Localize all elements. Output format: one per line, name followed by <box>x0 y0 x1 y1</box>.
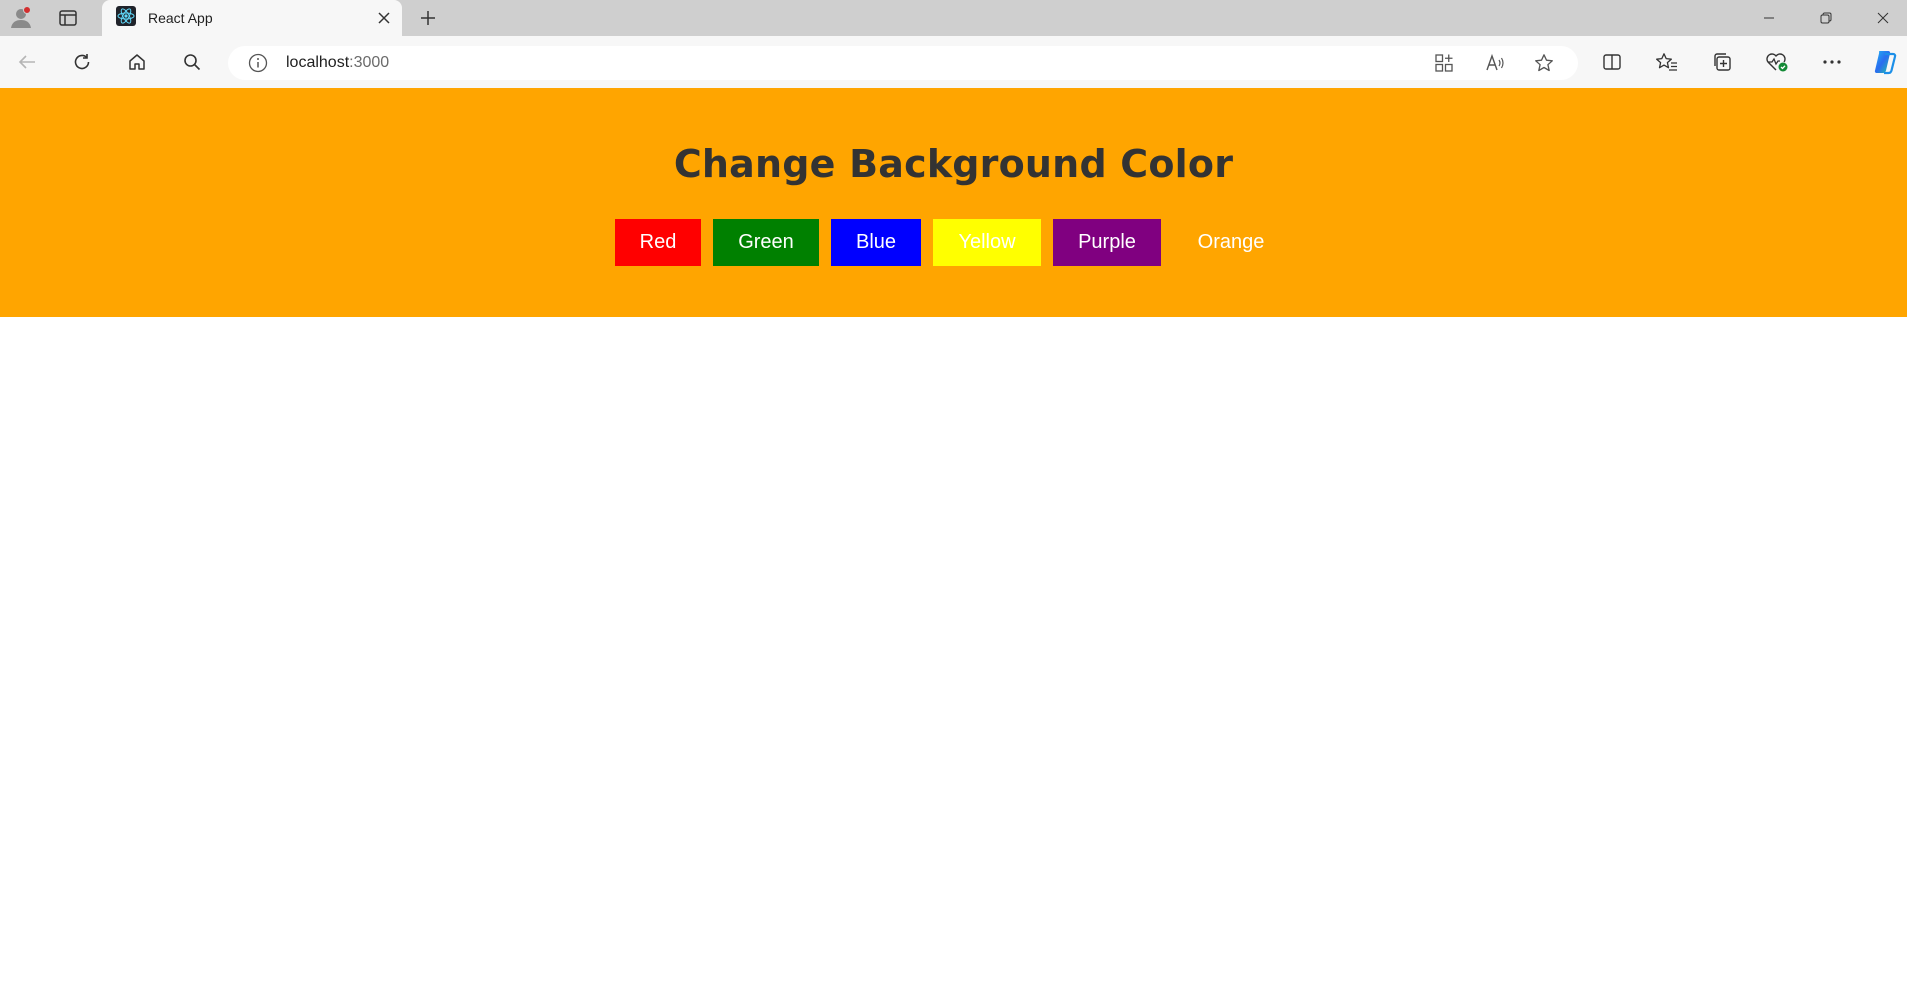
notification-dot <box>23 6 31 14</box>
read-aloud-icon[interactable] <box>1485 53 1505 73</box>
copilot-icon[interactable] <box>1870 48 1900 76</box>
search-icon[interactable] <box>177 48 207 76</box>
title-bar: React App <box>0 0 1907 36</box>
home-icon[interactable] <box>122 48 152 76</box>
minimize-icon[interactable] <box>1746 0 1792 36</box>
back-arrow-icon[interactable] <box>12 48 42 76</box>
color-button-red[interactable]: Red <box>615 219 701 266</box>
heart-pulse-icon[interactable] <box>1762 48 1792 76</box>
tab-title: React App <box>148 10 213 26</box>
page-title: Change Background Color <box>673 142 1234 186</box>
split-screen-icon[interactable] <box>1597 48 1627 76</box>
color-button-green[interactable]: Green <box>713 219 819 266</box>
color-button-orange[interactable]: Orange <box>1173 219 1289 266</box>
tab-actions-icon[interactable] <box>52 6 84 30</box>
color-button-purple[interactable]: Purple <box>1053 219 1161 266</box>
refresh-icon[interactable] <box>67 48 97 76</box>
app-container: Change Background Color Red Green Blue Yell… <box>0 88 1907 317</box>
collections-icon[interactable] <box>1707 48 1737 76</box>
color-button-yellow[interactable]: Yellow <box>933 219 1041 266</box>
star-icon[interactable] <box>1534 53 1554 73</box>
favorites-icon[interactable] <box>1652 48 1682 76</box>
url-port: :3000 <box>349 54 390 71</box>
more-icon[interactable] <box>1817 48 1847 76</box>
plus-icon[interactable] <box>414 6 442 30</box>
color-button-blue[interactable]: Blue <box>831 219 921 266</box>
restore-icon[interactable] <box>1803 0 1849 36</box>
tab-react-app[interactable]: React App <box>102 0 402 36</box>
profile-icon[interactable] <box>6 5 36 31</box>
address-bar[interactable]: localhost:3000 <box>228 46 1578 80</box>
close-icon[interactable] <box>1860 0 1906 36</box>
page-viewport: Change Background Color Red Green Blue Yell… <box>0 88 1907 982</box>
react-logo-icon <box>116 5 136 31</box>
browser-toolbar: localhost:3000 <box>0 36 1907 88</box>
close-icon[interactable] <box>374 8 394 28</box>
url-host: localhost <box>286 54 350 71</box>
apps-icon[interactable] <box>1434 53 1454 73</box>
info-icon[interactable] <box>248 53 268 73</box>
color-button-row: Red Green Blue Yellow Purple Orange <box>615 219 1301 266</box>
